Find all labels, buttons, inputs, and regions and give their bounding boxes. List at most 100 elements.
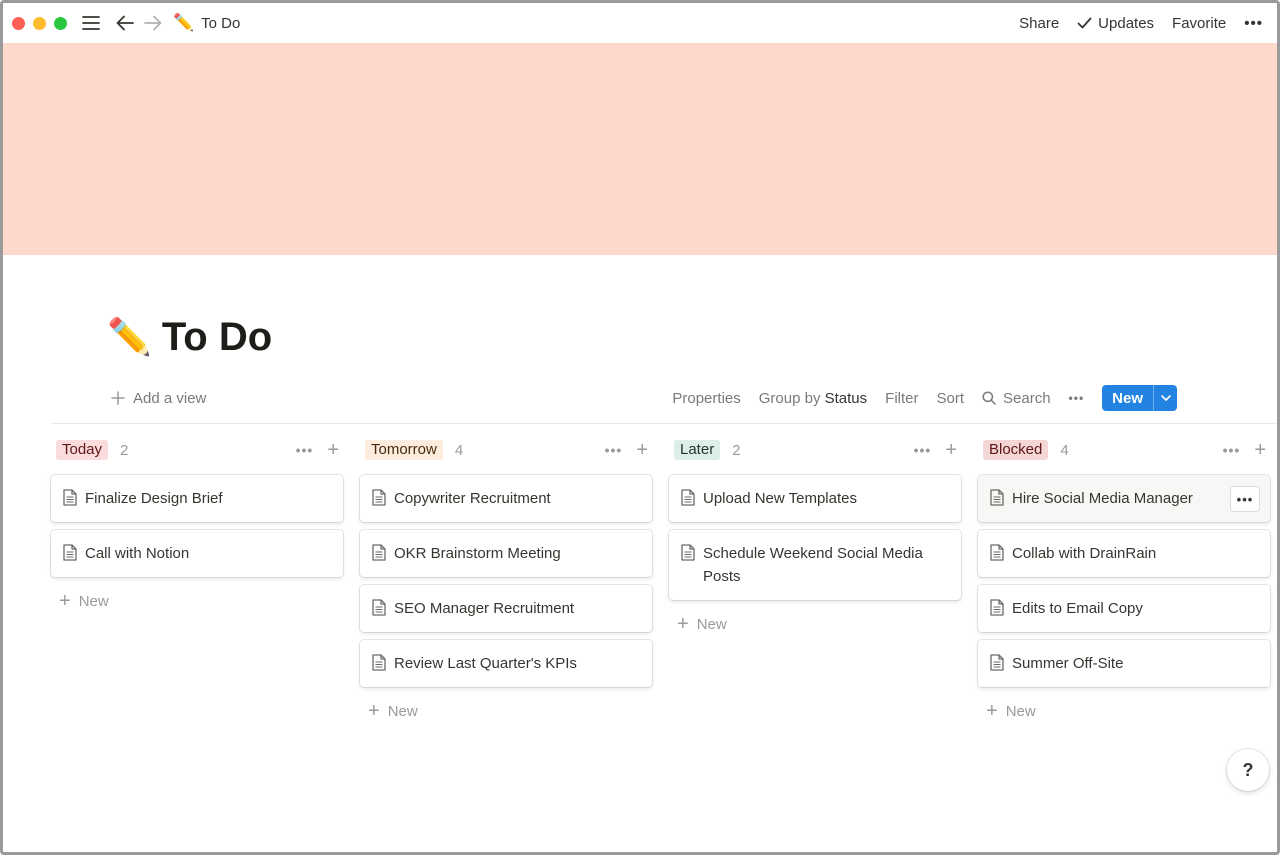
column-add-button[interactable]: + bbox=[636, 440, 648, 460]
page-title[interactable]: To Do bbox=[162, 313, 272, 361]
breadcrumb-page-title[interactable]: To Do bbox=[201, 15, 240, 32]
card-title: Review Last Quarter's KPIs bbox=[394, 655, 577, 672]
plus-icon: + bbox=[59, 590, 71, 612]
board-card[interactable]: Collab with DrainRain bbox=[978, 530, 1270, 577]
column-actions: ••• + bbox=[914, 440, 957, 460]
board-card[interactable]: Summer Off-Site bbox=[978, 640, 1270, 687]
page-icon bbox=[372, 654, 386, 671]
sort-button[interactable]: Sort bbox=[937, 390, 965, 407]
status-tag[interactable]: Blocked bbox=[983, 440, 1049, 460]
view-more-button[interactable]: ••• bbox=[1069, 391, 1085, 405]
board-card[interactable]: Copywriter Recruitment bbox=[360, 475, 652, 522]
page-cover[interactable] bbox=[3, 43, 1277, 255]
check-icon bbox=[1077, 17, 1092, 29]
updates-label: Updates bbox=[1098, 14, 1155, 32]
group-by-value: Status bbox=[824, 389, 868, 407]
card-title: Collab with DrainRain bbox=[1012, 545, 1157, 562]
maximize-window-button[interactable] bbox=[54, 16, 67, 30]
card-title: OKR Brainstorm Meeting bbox=[394, 545, 561, 562]
column-new-button[interactable]: + New bbox=[669, 614, 961, 634]
column-cards: Copywriter Recruitment OKR Brainstorm Mee… bbox=[360, 475, 652, 687]
new-button-label: New bbox=[1112, 389, 1143, 407]
column-header: Blocked 4 ••• + bbox=[978, 435, 1270, 465]
column-new-button[interactable]: + New bbox=[360, 701, 652, 721]
new-page-button[interactable]: New bbox=[1102, 385, 1177, 411]
add-view-button[interactable]: Add a view bbox=[111, 390, 206, 407]
group-by-button[interactable]: Group by Status bbox=[759, 390, 867, 407]
board-card[interactable]: Schedule Weekend Social Media Posts bbox=[669, 530, 961, 600]
column-count: 4 bbox=[1060, 441, 1069, 459]
properties-button[interactable]: Properties bbox=[672, 390, 740, 407]
column-count: 4 bbox=[454, 441, 464, 459]
status-tag[interactable]: Tomorrow bbox=[365, 440, 443, 460]
column-new-button[interactable]: + New bbox=[978, 701, 1270, 721]
new-dropdown-button[interactable] bbox=[1153, 385, 1177, 411]
column-more-button[interactable]: ••• bbox=[914, 442, 932, 458]
column-header: Today 2 ••• + bbox=[51, 435, 343, 465]
column-add-button[interactable]: + bbox=[1254, 440, 1266, 460]
column-header: Later 2 ••• + bbox=[669, 435, 961, 465]
plus-icon bbox=[111, 391, 125, 405]
board-card[interactable]: Upload New Templates bbox=[669, 475, 961, 522]
card-more-button[interactable]: ••• bbox=[1230, 486, 1260, 512]
group-by-prefix: Group by bbox=[758, 389, 821, 407]
new-label: New bbox=[1005, 702, 1036, 720]
card-title: Copywriter Recruitment bbox=[394, 490, 551, 507]
board-card[interactable]: SEO Manager Recruitment bbox=[360, 585, 652, 632]
page-icon bbox=[63, 544, 77, 561]
back-arrow-icon[interactable] bbox=[115, 13, 135, 33]
status-tag[interactable]: Later bbox=[674, 440, 721, 460]
close-window-button[interactable] bbox=[12, 16, 25, 30]
more-options-button[interactable]: ••• bbox=[1244, 15, 1263, 32]
column-add-button[interactable]: + bbox=[945, 440, 957, 460]
view-controls: Properties Group by Status Filter Sort S… bbox=[672, 385, 1177, 411]
search-button[interactable]: Search bbox=[982, 390, 1051, 407]
board-card[interactable]: Hire Social Media Manager ••• bbox=[978, 475, 1270, 522]
filter-button[interactable]: Filter bbox=[885, 390, 918, 407]
status-tag[interactable]: Today bbox=[56, 440, 109, 460]
column-more-button[interactable]: ••• bbox=[1223, 442, 1241, 458]
page-icon bbox=[990, 599, 1004, 616]
card-title: SEO Manager Recruitment bbox=[394, 600, 575, 617]
new-label: New bbox=[387, 702, 418, 720]
column-more-button[interactable]: ••• bbox=[605, 442, 623, 458]
forward-arrow-icon[interactable] bbox=[143, 13, 163, 33]
column-more-button[interactable]: ••• bbox=[296, 442, 314, 458]
share-button[interactable]: Share bbox=[1019, 15, 1059, 32]
page-heading: ✏️ To Do bbox=[107, 313, 272, 361]
page-icon bbox=[372, 544, 386, 561]
column-new-button[interactable]: + New bbox=[51, 591, 343, 611]
page-icon bbox=[681, 544, 695, 561]
kanban-board: Today 2 ••• + Finalize Design Brief Call with… bbox=[51, 435, 1270, 721]
column-cards: Upload New Templates Schedule Weekend Soc… bbox=[669, 475, 961, 600]
column-cards: Finalize Design Brief Call with Notion bbox=[51, 475, 343, 577]
page-icon bbox=[372, 489, 386, 506]
page-emoji-icon[interactable]: ✏️ bbox=[107, 315, 152, 359]
board-card[interactable]: OKR Brainstorm Meeting bbox=[360, 530, 652, 577]
board-card[interactable]: Call with Notion bbox=[51, 530, 343, 577]
column-add-button[interactable]: + bbox=[327, 440, 339, 460]
card-title: Edits to Email Copy bbox=[1012, 600, 1143, 617]
card-title: Schedule Weekend Social Media Posts bbox=[703, 545, 923, 585]
menu-icon[interactable] bbox=[81, 13, 101, 33]
card-title: Summer Off-Site bbox=[1012, 655, 1124, 672]
add-view-label: Add a view bbox=[133, 389, 207, 407]
plus-icon: + bbox=[677, 613, 689, 635]
board-card[interactable]: Finalize Design Brief bbox=[51, 475, 343, 522]
new-label: New bbox=[78, 592, 109, 610]
updates-button[interactable]: Updates bbox=[1077, 15, 1154, 32]
plus-icon: + bbox=[986, 700, 998, 722]
favorite-button[interactable]: Favorite bbox=[1172, 15, 1226, 32]
window-controls bbox=[12, 16, 67, 30]
card-title: Upload New Templates bbox=[703, 490, 857, 507]
board-card[interactable]: Edits to Email Copy bbox=[978, 585, 1270, 632]
page-icon bbox=[990, 544, 1004, 561]
minimize-window-button[interactable] bbox=[33, 16, 46, 30]
page-icon bbox=[372, 599, 386, 616]
column-cards: Hire Social Media Manager ••• Collab with … bbox=[978, 475, 1270, 687]
page-icon: ✏️ bbox=[173, 13, 195, 32]
page-icon bbox=[990, 654, 1004, 671]
help-button[interactable]: ? bbox=[1227, 749, 1269, 791]
column-actions: ••• + bbox=[296, 440, 339, 460]
board-card[interactable]: Review Last Quarter's KPIs bbox=[360, 640, 652, 687]
